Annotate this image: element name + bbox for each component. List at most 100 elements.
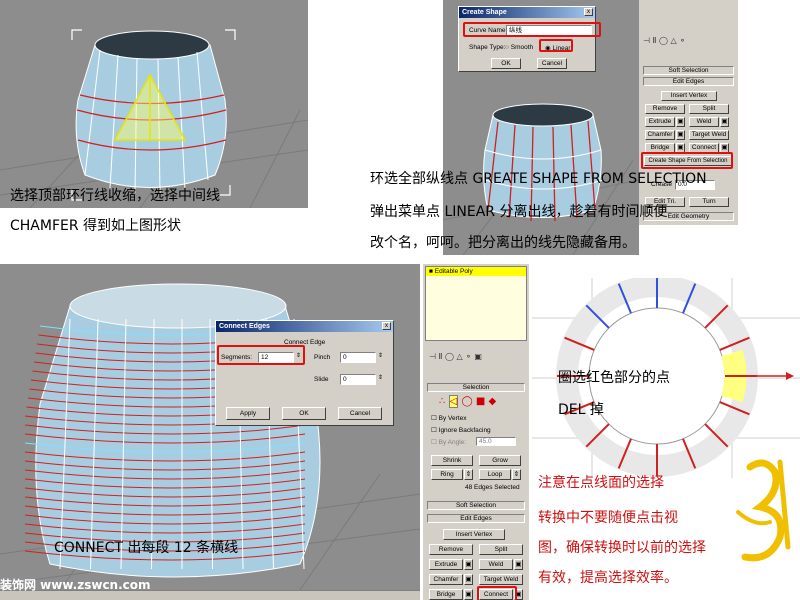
slide-input[interactable]: 0: [340, 374, 376, 385]
element-icon[interactable]: ◆: [488, 396, 496, 407]
remove-button-bottom[interactable]: Remove: [429, 544, 473, 555]
weld-settings-button-bottom[interactable]: ▣: [514, 559, 523, 570]
ring-button[interactable]: Ring: [431, 469, 463, 480]
target-weld-button-bottom[interactable]: Target Weld: [479, 574, 523, 585]
viewport-top-left[interactable]: [0, 0, 308, 208]
connect-edges-close-button[interactable]: x: [382, 322, 391, 330]
caption-top-left-line1: 选择顶部环行线收缩，选择中间线: [10, 188, 220, 204]
selection-status: 48 Edges Selected: [465, 484, 520, 491]
connect-cancel-button[interactable]: Cancel: [338, 407, 382, 420]
connect-edges-dialog: Connect Edges x Connect Edge Segments: 1…: [215, 320, 394, 426]
by-vertex-checkbox[interactable]: ☐ By Vertex: [431, 414, 466, 422]
bridge-button-bottom[interactable]: Bridge: [429, 589, 463, 600]
extrude-settings-button[interactable]: ▣: [676, 117, 685, 127]
loop-spinner[interactable]: ⇕: [512, 469, 521, 480]
caption-ring-line2: DEL 掉: [558, 402, 604, 418]
caption-ring-line1: 圈选红色部分的点: [558, 370, 670, 386]
extrude-button-bottom[interactable]: Extrude: [429, 559, 463, 570]
chamfer-button-bottom[interactable]: Chamfer: [429, 574, 463, 585]
edit-edges-rollout[interactable]: Edit Edges: [643, 77, 734, 86]
caption-top-right-line3: 改个名，呵呵。把分离出的线先隐藏备用。: [370, 235, 636, 251]
connect-edge-line: [24, 487, 306, 498]
connect-edge-line: [24, 424, 306, 435]
vertex-icon[interactable]: ∴: [439, 396, 445, 407]
connect-edge-line: [24, 496, 306, 507]
shape-type-label: Shape Type:: [469, 44, 506, 51]
weld-button[interactable]: Weld: [689, 117, 719, 127]
by-vertex-label: By Vertex: [438, 415, 467, 422]
pinch-spinner[interactable]: ⇕: [378, 352, 383, 359]
connect-edge-line: [24, 469, 306, 480]
connect-edge-line: [24, 451, 306, 462]
modifier-stack-item[interactable]: ■ Editable Poly: [426, 267, 526, 276]
edge-icon[interactable]: ◁: [448, 395, 459, 408]
highlight-linear: [539, 39, 573, 52]
by-angle-checkbox[interactable]: ☐ By Angle:: [431, 438, 466, 446]
extrude-settings-button-bottom[interactable]: ▣: [464, 559, 473, 570]
subobject-icons: ∴ ◁ ◯ ■ ◆: [439, 395, 496, 408]
highlight-connect: [477, 586, 517, 600]
watermark: 装饰网 www.zswcn.com: [0, 578, 151, 592]
polygon-icon[interactable]: ■: [476, 396, 485, 407]
vertical-edge-line: [209, 318, 213, 570]
ring-spinner[interactable]: ⇕: [464, 469, 473, 480]
shrink-button[interactable]: Shrink: [431, 455, 473, 466]
vertical-edge-line: [151, 318, 155, 570]
connect-edges-dialog-title: Connect Edges: [216, 321, 393, 332]
modifier-name: Editable Poly: [434, 268, 473, 275]
connect-edge-line: [24, 478, 306, 489]
connect-edge-line: [24, 514, 306, 525]
ignore-backfacing-label: Ignore Backfacing: [438, 427, 491, 434]
panel-tab-icons: ⊣ Ⅱ ◯ △ ⚬: [643, 36, 686, 45]
smooth-radio-label: Smooth: [510, 44, 534, 51]
extrude-button[interactable]: Extrude: [645, 117, 675, 127]
create-shape-dialog: Create Shape x Curve Name: 纵线 Shape Type…: [458, 6, 596, 72]
turn-button[interactable]: Turn: [689, 197, 729, 207]
loop-button[interactable]: Loop: [479, 469, 511, 480]
connect-edge-line: [24, 442, 306, 453]
insert-vertex-button-bottom[interactable]: Insert Vertex: [443, 529, 505, 540]
grow-button[interactable]: Grow: [479, 455, 521, 466]
border-icon[interactable]: ◯: [461, 396, 472, 407]
note-line3: 图，确保转换时以前的选择: [538, 540, 706, 556]
connect-edge-line: [24, 460, 306, 471]
remove-button[interactable]: Remove: [645, 104, 685, 114]
create-shape-close-button[interactable]: x: [584, 8, 593, 16]
insert-vertex-button[interactable]: Insert Vertex: [661, 91, 717, 101]
bridge-settings-button-bottom[interactable]: ▣: [464, 589, 473, 600]
create-shape-ok-button[interactable]: OK: [491, 58, 521, 69]
command-panel-bottom: ■ Editable Poly ⊣ Ⅱ ◯ △ ⚬ ▣ Selection ∴ …: [423, 264, 529, 600]
highlight-segments: [217, 345, 305, 365]
create-shape-cancel-button[interactable]: Cancel: [537, 58, 567, 69]
smooth-radio[interactable]: ○ Smooth: [505, 44, 533, 51]
caption-bottom-left: CONNECT 出每段 12 条横线: [54, 540, 239, 556]
panel-tab-icons-bottom: ⊣ Ⅱ ◯ △ ⚬ ▣: [429, 352, 482, 361]
edit-edges-rollout-bottom[interactable]: Edit Edges: [427, 514, 525, 523]
barrel-mesh-top-left: [0, 29, 308, 208]
chamfer-button[interactable]: Chamfer: [645, 130, 675, 140]
pinch-input[interactable]: 0: [340, 352, 376, 363]
split-button[interactable]: Split: [689, 104, 729, 114]
chamfer-settings-button-bottom[interactable]: ▣: [464, 574, 473, 585]
by-angle-label: By Angle:: [438, 439, 467, 446]
create-shape-dialog-title: Create Shape: [459, 7, 595, 18]
ignore-backfacing-checkbox[interactable]: ☐ Ignore Backfacing: [431, 426, 491, 434]
soft-selection-rollout-bottom[interactable]: Soft Selection: [427, 501, 525, 510]
slide-spinner[interactable]: ⇕: [378, 374, 383, 381]
caption-top-left-line2: CHAMFER 得到如上图形状: [10, 218, 182, 234]
caption-top-right-line1: 环选全部纵线点 GREATE SHAPE FROM SELECTION: [370, 171, 707, 187]
weld-button-bottom[interactable]: Weld: [479, 559, 513, 570]
target-weld-button[interactable]: Target Weld: [689, 130, 729, 140]
weld-settings-button[interactable]: ▣: [720, 117, 729, 127]
pinch-label: Pinch: [314, 354, 331, 361]
connect-edge-line: [24, 433, 306, 444]
apply-button[interactable]: Apply: [226, 407, 270, 420]
chamfer-settings-button[interactable]: ▣: [676, 130, 685, 140]
selection-rollout[interactable]: Selection: [427, 383, 525, 392]
calligraphy-logo: [736, 459, 791, 562]
light-bulb-icon: ■: [429, 268, 433, 275]
by-angle-input[interactable]: 45.0: [476, 437, 516, 446]
connect-ok-button[interactable]: OK: [282, 407, 326, 420]
split-button-bottom[interactable]: Split: [479, 544, 523, 555]
soft-selection-rollout[interactable]: Soft Selection: [643, 66, 734, 75]
